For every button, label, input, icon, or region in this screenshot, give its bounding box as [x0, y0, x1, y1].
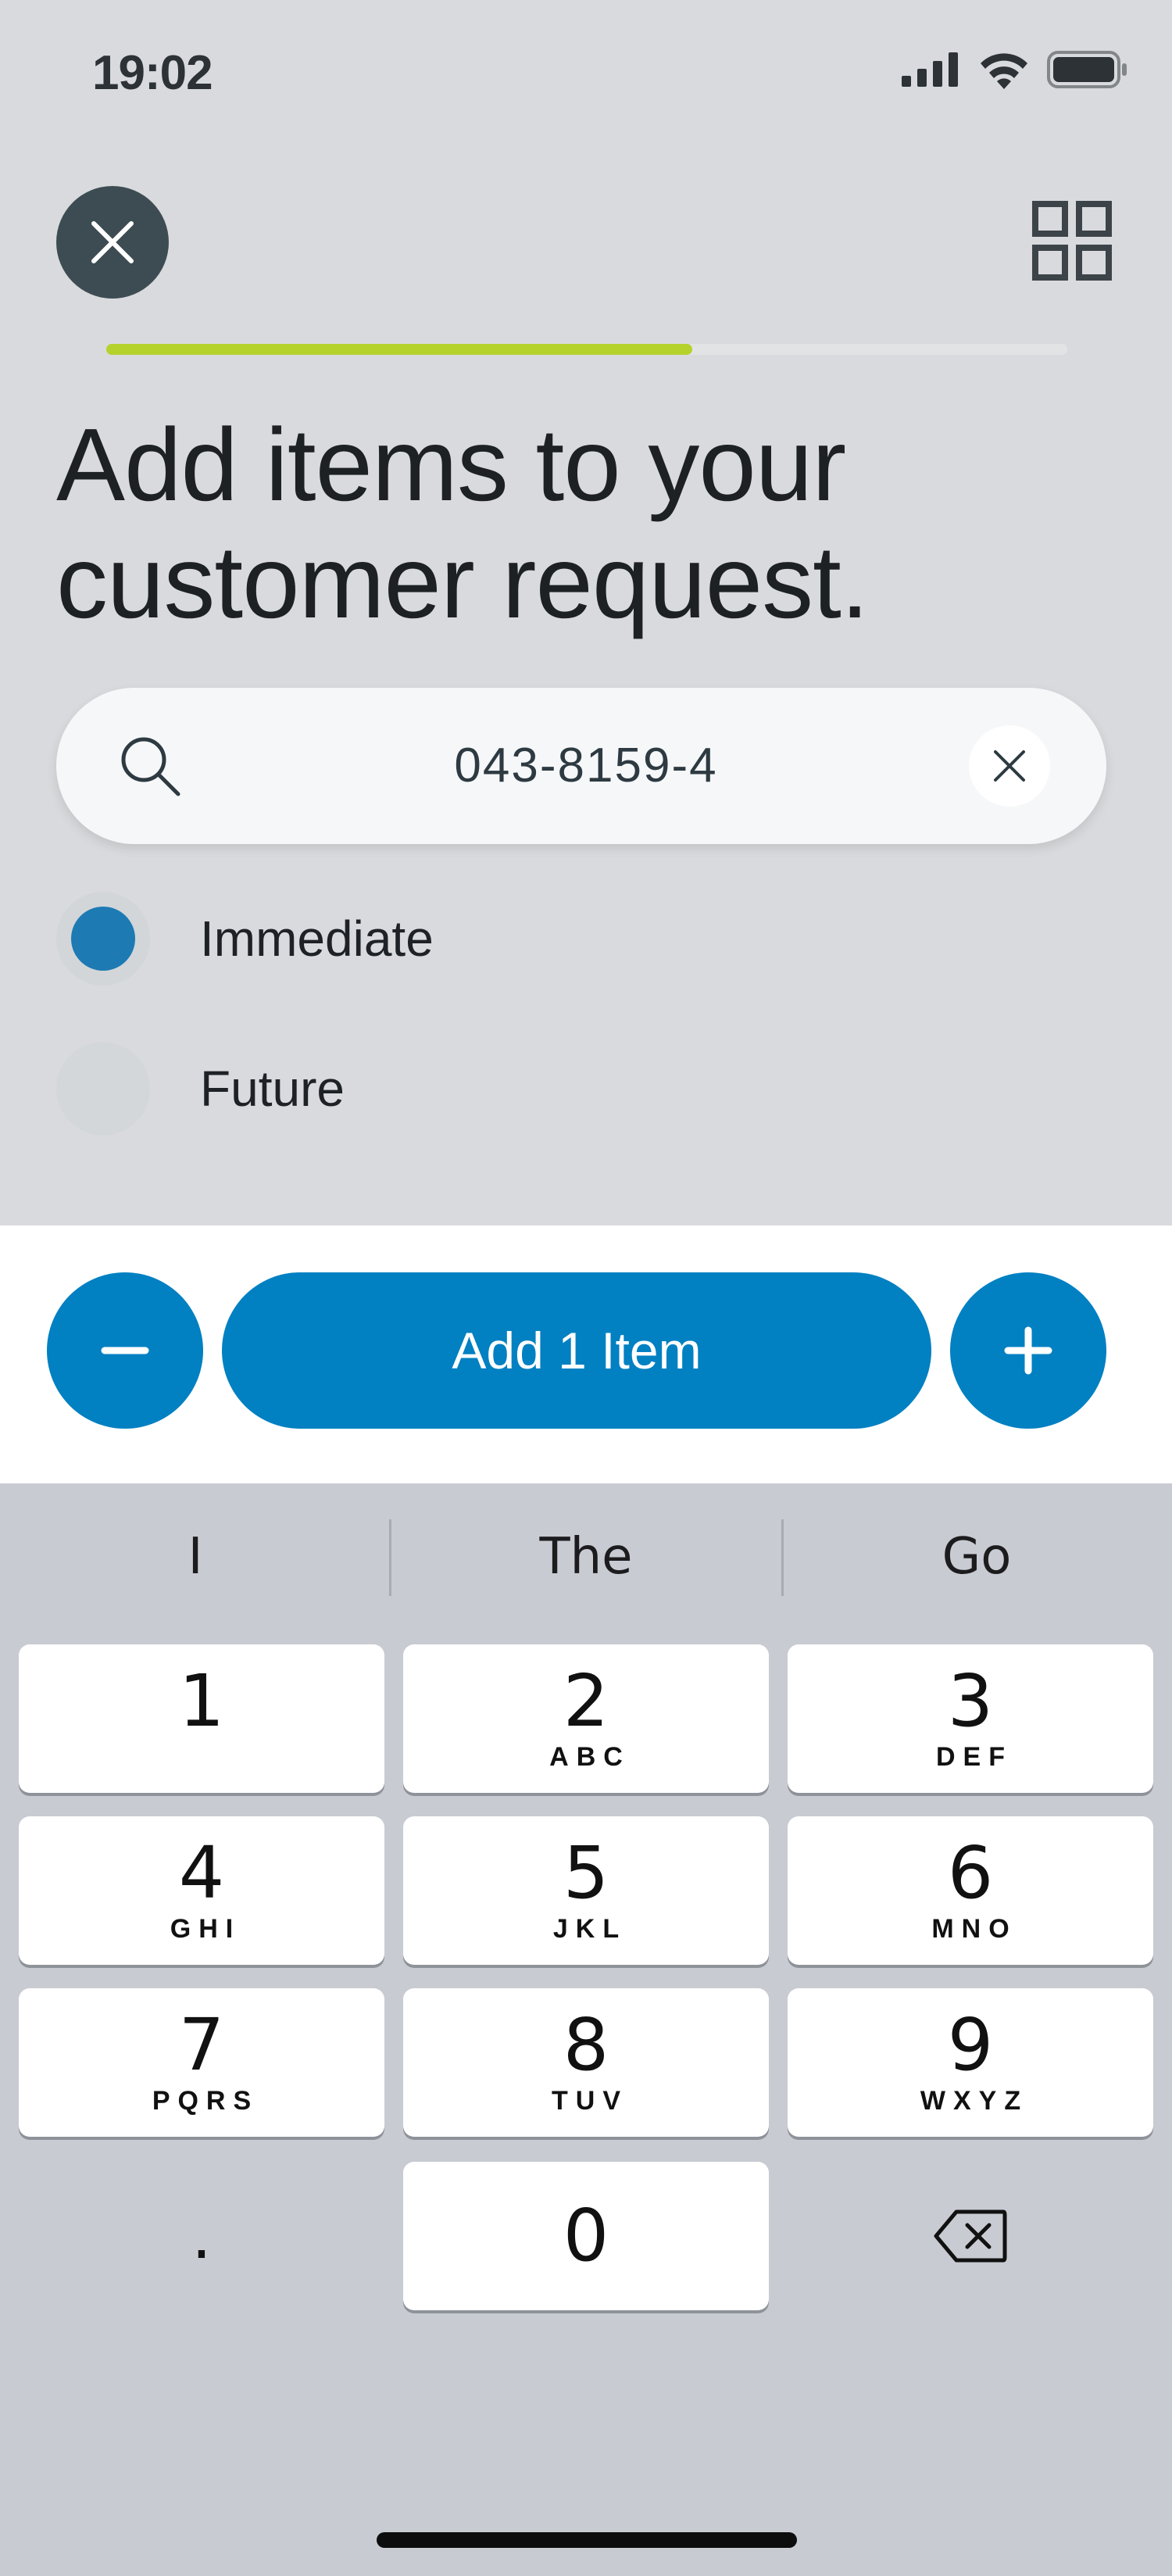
key-number: 8 — [563, 2003, 609, 2087]
key-6[interactable]: 6 MNO — [788, 1816, 1153, 1965]
radio-selected-dot — [71, 907, 135, 971]
suggestion-item[interactable]: Go — [781, 1508, 1172, 1605]
key-number: 1 — [178, 1659, 225, 1743]
add-items-button[interactable]: Add 1 Item — [222, 1272, 931, 1429]
close-icon — [994, 750, 1025, 782]
clear-search-button[interactable] — [969, 725, 1050, 807]
key-letters: JKL — [552, 1914, 627, 1944]
radio-button[interactable] — [56, 1042, 150, 1136]
suggestion-bar: I The Go — [0, 1508, 1172, 1605]
key-letters: MNO — [931, 1914, 1017, 1944]
key-letters: ABC — [549, 1742, 631, 1772]
key-number: 5 — [563, 1831, 609, 1915]
search-icon — [121, 737, 180, 796]
home-indicator[interactable] — [377, 2532, 797, 2548]
option-future[interactable]: Future — [56, 1038, 345, 1140]
backspace-icon — [934, 2209, 1007, 2263]
search-input[interactable] — [313, 735, 859, 797]
plus-icon — [1004, 1326, 1052, 1375]
status-time: 19:02 — [92, 46, 213, 100]
key-backspace[interactable] — [788, 2162, 1153, 2310]
key-letters: TUV — [552, 2086, 628, 2116]
wifi-icon — [981, 53, 1027, 89]
key-letters: DEF — [936, 1742, 1013, 1772]
key-1[interactable]: 1 — [19, 1644, 384, 1793]
key-4[interactable]: 4 GHI — [19, 1816, 384, 1965]
key-7[interactable]: 7 PQRS — [19, 1988, 384, 2137]
status-icons — [902, 50, 1128, 89]
scan-button[interactable] — [1028, 197, 1116, 284]
decrement-button[interactable] — [47, 1272, 203, 1429]
key-5[interactable]: 5 JKL — [403, 1816, 769, 1965]
key-number: 2 — [563, 1659, 609, 1743]
qr-grid-icon — [1032, 201, 1112, 281]
close-icon — [91, 221, 134, 263]
key-9[interactable]: 9 WXYZ — [788, 1988, 1153, 2137]
key-3[interactable]: 3 DEF — [788, 1644, 1153, 1793]
key-decimal[interactable]: . — [19, 2162, 384, 2310]
page-title: Add items to your customer request. — [56, 407, 869, 639]
progress-fill — [106, 344, 693, 355]
close-button[interactable] — [56, 186, 169, 299]
key-number: 9 — [947, 2003, 994, 2087]
key-8[interactable]: 8 TUV — [403, 1988, 769, 2137]
key-letters: GHI — [170, 1914, 241, 1944]
suggestion-divider — [781, 1519, 784, 1596]
key-number: 3 — [947, 1659, 994, 1743]
key-number: 6 — [947, 1831, 994, 1915]
key-number: 7 — [178, 2003, 225, 2087]
key-letters: PQRS — [152, 2086, 259, 2116]
option-immediate[interactable]: Immediate — [56, 888, 434, 989]
key-0[interactable]: 0 — [403, 2162, 769, 2310]
option-label: Future — [200, 1061, 345, 1117]
radio-button[interactable] — [56, 892, 150, 986]
key-number: 0 — [563, 2194, 609, 2277]
suggestion-item[interactable]: I — [0, 1508, 391, 1605]
option-label: Immediate — [200, 911, 434, 967]
signal-icon — [902, 52, 958, 87]
battery-icon — [1047, 51, 1127, 88]
minus-icon — [101, 1347, 149, 1354]
increment-button[interactable] — [950, 1272, 1106, 1429]
key-2[interactable]: 2 ABC — [403, 1644, 769, 1793]
key-number: 4 — [178, 1831, 225, 1915]
key-letters: WXYZ — [920, 2086, 1029, 2116]
suggestion-item[interactable]: The — [391, 1508, 781, 1605]
suggestion-divider — [389, 1519, 391, 1596]
